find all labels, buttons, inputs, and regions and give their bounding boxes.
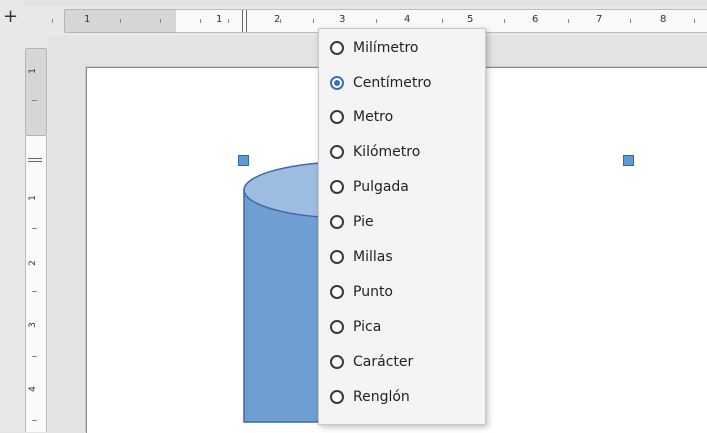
ruler-number: 1: [27, 195, 38, 201]
ruler-origin-icon: +: [3, 6, 19, 27]
radio-icon: [330, 390, 344, 404]
menu-item-label: Metro: [353, 109, 394, 125]
radio-icon: [330, 285, 344, 299]
ruler-tick: [32, 420, 37, 421]
ruler-tick: [120, 19, 121, 23]
menu-item-pie[interactable]: Pie: [319, 205, 485, 239]
ruler-number: 1: [27, 68, 38, 74]
selection-handle-right[interactable]: [623, 155, 634, 166]
menu-item-pulgada[interactable]: Pulgada: [319, 170, 485, 204]
radio-icon: [330, 180, 344, 194]
menu-item-label: Pulgada: [353, 179, 409, 195]
ruler-number: 4: [27, 386, 38, 392]
left-edge: [0, 36, 24, 432]
menu-item-punto[interactable]: Punto: [319, 275, 485, 309]
menu-item-label: Kilómetro: [353, 144, 421, 160]
ruler-tick: [376, 19, 377, 23]
menu-item-label: Renglón: [353, 389, 410, 405]
ruler-tick: [200, 19, 201, 23]
ruler-number: 3: [27, 322, 38, 328]
indent-marker[interactable]: [28, 158, 42, 162]
ruler-number: 3: [339, 14, 346, 25]
ruler-number: 1: [216, 14, 223, 25]
selection-handle-left[interactable]: [238, 155, 249, 166]
radio-icon: [330, 250, 344, 264]
menu-item-label: Milímetro: [353, 40, 419, 56]
radio-icon: [330, 145, 344, 159]
menu-item-caracter[interactable]: Carácter: [319, 345, 485, 379]
ruler-corner: +: [0, 0, 24, 36]
menu-item-millas[interactable]: Millas: [319, 240, 485, 274]
menu-item-label: Pie: [353, 214, 374, 230]
ruler-margin-top: [25, 48, 47, 136]
ruler-tick: [694, 19, 695, 23]
ruler-number: 1: [84, 14, 91, 25]
radio-icon: [330, 215, 344, 229]
vertical-ruler[interactable]: 1 1 2 3 4: [24, 36, 48, 432]
ruler-tick: [442, 19, 443, 23]
ruler-tick: [630, 19, 631, 23]
menu-item-label: Pica: [353, 319, 382, 335]
menu-item-pica[interactable]: Pica: [319, 310, 485, 344]
indent-marker[interactable]: [242, 10, 247, 32]
ruler-tick: [504, 19, 505, 23]
ruler-tick: [160, 19, 161, 23]
unit-menu: Milímetro Centímetro Metro Kilómetro Pul…: [318, 28, 486, 425]
ruler-number: 2: [274, 14, 281, 25]
ruler-number: 2: [27, 260, 38, 266]
ruler-tick: [228, 19, 229, 23]
ruler-tick: [568, 19, 569, 23]
ruler-number: 8: [660, 14, 667, 25]
ruler-number: 4: [404, 14, 411, 25]
ruler-tick: [32, 291, 37, 292]
menu-item-label: Centímetro: [353, 75, 432, 91]
ruler-tick: [32, 356, 37, 357]
radio-icon: [330, 320, 344, 334]
radio-icon: [330, 355, 344, 369]
menu-item-kilometro[interactable]: Kilómetro: [319, 135, 485, 169]
ruler-number: 6: [532, 14, 539, 25]
radio-selected-icon: [330, 76, 344, 90]
menu-item-centimetro[interactable]: Centímetro: [319, 66, 485, 100]
menu-item-renglon[interactable]: Renglón: [319, 380, 485, 414]
menu-item-label: Millas: [353, 249, 393, 265]
radio-icon: [330, 110, 344, 124]
ruler-tick: [313, 19, 314, 23]
radio-icon: [330, 41, 344, 55]
menu-item-label: Carácter: [353, 354, 414, 370]
menu-item-metro[interactable]: Metro: [319, 100, 485, 134]
menu-item-milimetro[interactable]: Milímetro: [319, 31, 485, 65]
ruler-number: 5: [467, 14, 474, 25]
ruler-tick: [32, 100, 37, 101]
menu-item-label: Punto: [353, 284, 393, 300]
ruler-tick: [32, 228, 37, 229]
ruler-number: 7: [596, 14, 603, 25]
ruler-tick: [52, 19, 53, 23]
